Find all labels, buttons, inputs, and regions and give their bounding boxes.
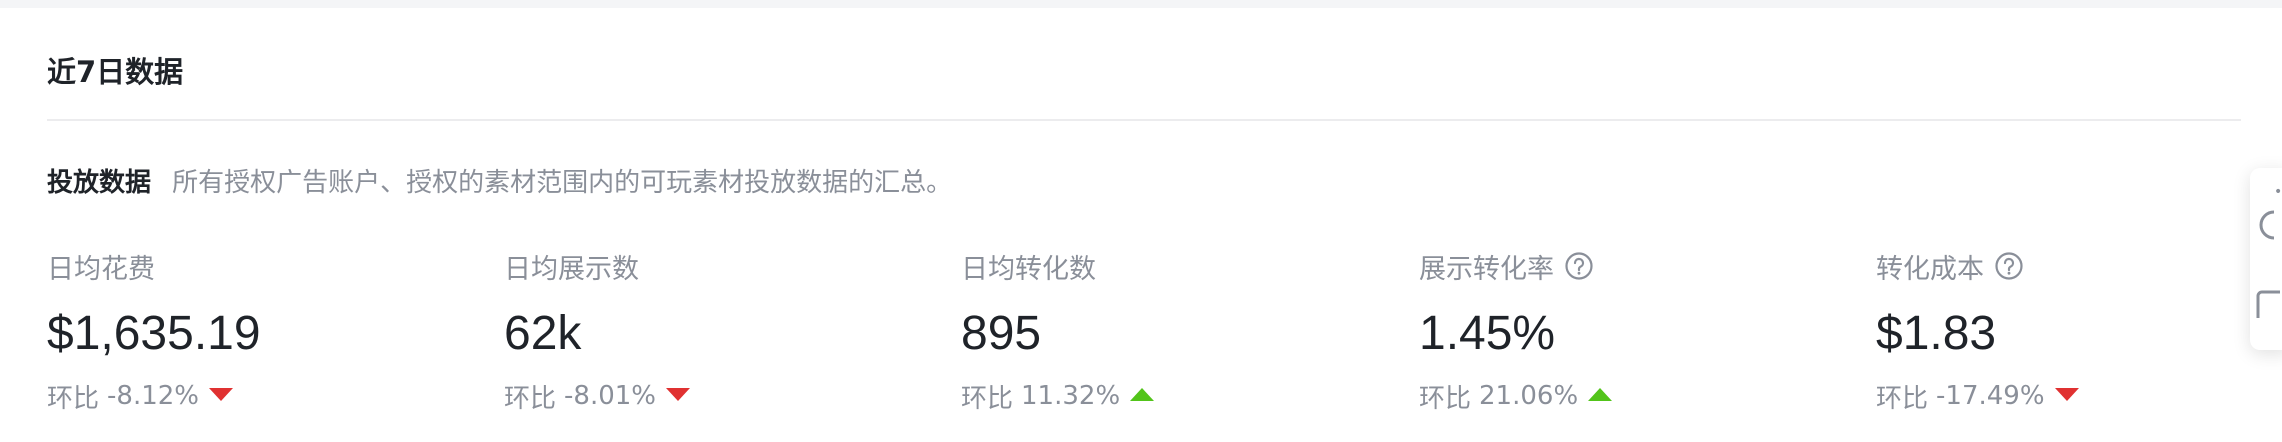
change-label: 环比 [504,383,557,414]
card-title: 近7日数据 [47,55,184,89]
metric-conversion-cost: 转化成本 $1.83 环比 -17.49% [1876,246,2282,416]
metric-label: 日均转化数 [961,253,1096,285]
change-label: 环比 [1419,383,1472,414]
metric-change: 环比 -17.49% [1876,376,2282,416]
metric-value: 895 [961,307,1042,360]
metric-value: $1,635.19 [47,307,261,360]
metric-value: 62k [504,307,582,360]
change-value: -8.01% [564,381,656,411]
metric-change: 环比 -8.12% [47,376,487,416]
trend-up-icon [1130,387,1155,406]
section-header: 投放数据 所有授权广告账户、授权的素材范围内的可玩素材投放数据的汇总。 [47,163,952,206]
change-value: -17.49% [1936,381,2045,411]
trend-up-icon [1588,387,1613,406]
change-value: 21.06% [1479,381,1579,411]
metric-label: 日均展示数 [504,253,639,285]
metric-impression-cvr: 展示转化率 1.45% 环比 21.06% [1419,246,1859,416]
metric-change: 环比 21.06% [1419,376,1859,416]
metric-value: $1.83 [1876,307,1997,360]
trend-down-icon [666,387,690,406]
help-circle-icon[interactable] [2254,208,2282,246]
recent-7-day-card: 近7日数据 投放数据 所有授权广告账户、授权的素材范围内的可玩素材投放数据的汇总… [0,8,2282,442]
metric-label: 展示转化率 [1419,253,1554,285]
change-value: -8.12% [107,381,199,411]
metric-value: 1.45% [1419,307,1556,360]
question-circle-icon[interactable] [1564,251,1594,281]
trend-down-icon [2054,387,2079,406]
metric-daily-impressions: 日均展示数 62k 环比 -8.01% [504,246,944,416]
change-label: 环比 [1876,383,1929,414]
section-title: 投放数据 [47,168,152,198]
change-label: 环比 [961,383,1014,414]
bookmark-icon[interactable] [2254,288,2282,326]
trend-down-icon [209,387,233,406]
floating-side-toolbar[interactable]: • [2250,168,2282,350]
metric-daily-conversions: 日均转化数 895 环比 11.32% [961,246,1401,416]
section-description: 所有授权广告账户、授权的素材范围内的可玩素材投放数据的汇总。 [172,168,953,198]
change-label: 环比 [47,383,100,414]
divider [47,119,2241,121]
metric-change: 环比 11.32% [961,376,1401,416]
question-circle-icon[interactable] [1994,251,2024,281]
change-value: 11.32% [1021,381,1121,411]
metric-label: 日均花费 [47,253,155,285]
metric-change: 环比 -8.01% [504,376,944,416]
metric-daily-spend: 日均花费 $1,635.19 环比 -8.12% [47,246,487,416]
side-indicator-icon: • [2274,184,2282,200]
metric-label: 转化成本 [1876,253,1984,285]
